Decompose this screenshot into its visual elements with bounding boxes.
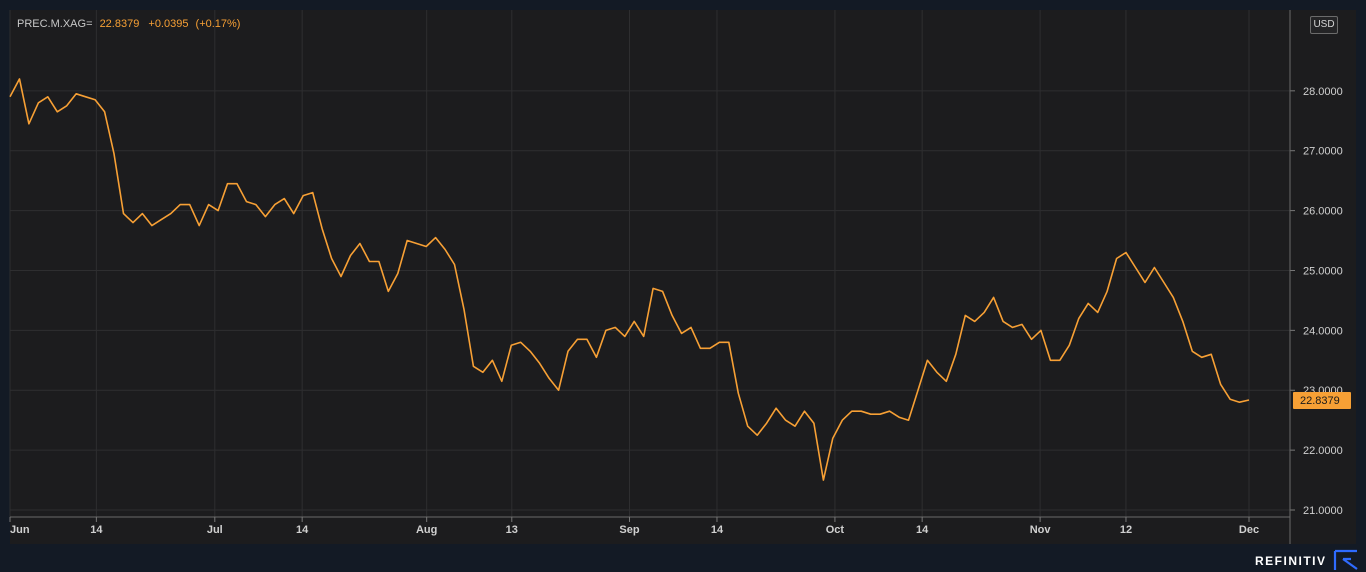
x-tick-label: 14 <box>711 524 724 536</box>
x-axis: Jun 14 Jul 14 Aug 13 Sep 14 Oct 14 Nov 12 Dec <box>9 516 1290 536</box>
grid <box>9 10 1290 517</box>
y-axis: 28.000027.000026.000025.000024.000023.00… <box>1289 10 1343 544</box>
last-price: 22.8379 <box>99 18 140 30</box>
price-change: +0.0395 <box>148 18 189 30</box>
y-tick-label: 25.0000 <box>1303 265 1343 277</box>
y-tick-label: 24.0000 <box>1303 325 1343 337</box>
x-tick-label: 14 <box>296 524 309 536</box>
y-tick-label: 28.0000 <box>1303 86 1343 98</box>
x-tick-label: 12 <box>1120 524 1132 536</box>
brand-logo-text: REFINITIV <box>1255 554 1327 568</box>
x-tick-label: Jun <box>10 524 30 536</box>
x-tick-label: Sep <box>619 524 639 536</box>
price-change-percent: (+0.17%) <box>195 18 241 30</box>
last-price-tag: 22.8379 <box>1293 391 1351 409</box>
currency-button[interactable]: USD <box>1310 16 1338 34</box>
x-tick-label: Nov <box>1030 524 1052 536</box>
y-tick-label: 21.0000 <box>1303 505 1343 517</box>
x-tick-label: Aug <box>416 524 437 536</box>
x-tick-label: Jul <box>207 524 223 536</box>
instrument-symbol: PREC.M.XAG= <box>17 18 93 30</box>
x-tick-label: Oct <box>826 524 845 536</box>
y-tick-label: 27.0000 <box>1303 146 1343 158</box>
x-tick-label: Dec <box>1239 524 1259 536</box>
x-tick-label: 14 <box>916 524 929 536</box>
x-tick-label: 13 <box>506 524 518 536</box>
x-tick-label: 14 <box>90 524 103 536</box>
legend: PREC.M.XAG= 22.8379 +0.0395 (+0.17%) <box>17 18 240 30</box>
refinitiv-logo-icon <box>1333 549 1358 570</box>
y-tick-label: 26.0000 <box>1303 206 1343 218</box>
chart[interactable]: 28.000027.000026.000025.000024.000023.00… <box>0 0 1366 572</box>
last-price-tag-label: 22.8379 <box>1300 395 1340 407</box>
y-tick-label: 22.0000 <box>1303 445 1343 457</box>
